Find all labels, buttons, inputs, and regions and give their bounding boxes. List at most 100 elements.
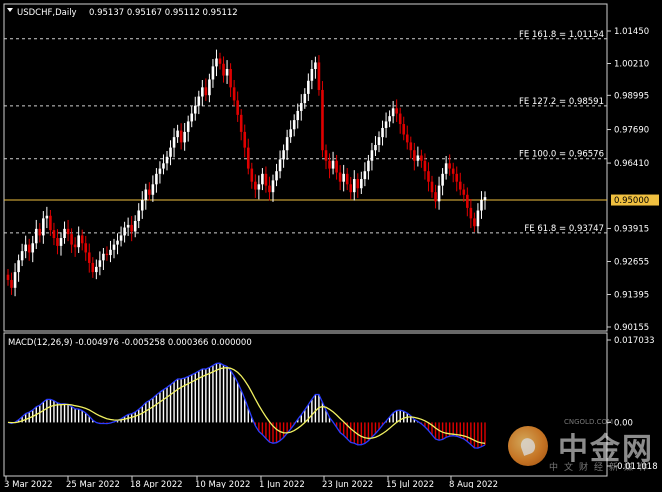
candle-body (225, 68, 229, 76)
time-tick-label: 10 May 2022 (195, 480, 250, 488)
candle-body (218, 58, 222, 64)
candle-body (451, 168, 455, 174)
ohlc-values: 0.95137 0.95167 0.95112 0.95112 (89, 8, 238, 18)
candle-body (254, 181, 257, 190)
candle-body (398, 113, 402, 125)
candle-body (278, 159, 282, 172)
candle-body (307, 80, 310, 94)
candle-body (73, 244, 77, 248)
candle-body (208, 79, 211, 96)
time-tick-label: 25 Mar 2022 (66, 480, 120, 488)
candle-body (24, 244, 27, 252)
candle-body (190, 113, 194, 122)
candle-body (201, 87, 204, 97)
macd-histogram (10, 363, 486, 449)
candle-body (483, 197, 487, 201)
candle-body (374, 144, 377, 151)
candle-body (264, 173, 268, 186)
candle-body (77, 235, 80, 248)
candle-body (151, 184, 155, 195)
candle-body (70, 234, 73, 245)
time-tick-label: 3 Mar 2022 (4, 480, 52, 488)
candle-body (56, 238, 59, 246)
price-tick-label: 0.90155 (614, 323, 649, 333)
time-axis: 3 Mar 2022 25 Mar 2022 18 Apr 2022 10 May 2… (4, 476, 498, 490)
chart-canvas[interactable]: FE 161.8 = 1.01154 FE 127.2 = 0.98591 FE 1… (0, 0, 662, 490)
candle-body (165, 156, 169, 164)
candle-body (84, 243, 88, 253)
candle-body (183, 131, 186, 143)
candle-body (42, 218, 45, 236)
candle-body (420, 155, 423, 161)
candle-body (133, 220, 137, 232)
price-tick-label: 1.01450 (614, 27, 649, 37)
candle-body (130, 224, 133, 232)
candle-body (186, 121, 190, 132)
candle-body (342, 173, 345, 182)
candle-body (193, 105, 197, 114)
candle-body (388, 116, 391, 122)
chart-window[interactable]: FE 161.8 = 1.01154 FE 127.2 = 0.98591 FE 1… (0, 0, 662, 490)
candle-body (268, 185, 271, 193)
macd-axis: 0.017033 0.00 -0.011018 (607, 336, 658, 472)
fib-label: FE 100.0 = 0.96576 (519, 150, 604, 160)
candle-body (49, 215, 52, 231)
candle-body (391, 108, 395, 117)
candle-body (384, 121, 388, 128)
candle-body (6, 274, 10, 280)
fib-levels: FE 161.8 = 1.01154 FE 127.2 = 0.98591 FE 1… (4, 30, 607, 234)
candle-body (289, 129, 292, 138)
candle-body (261, 173, 264, 185)
fib-label: FE 127.2 = 0.98591 (519, 97, 604, 107)
price-tick-label: 1.00210 (614, 59, 649, 69)
candle-body (162, 163, 165, 169)
macd-panel-border (3, 332, 608, 477)
candle-body (38, 228, 42, 236)
candle-body (126, 224, 130, 228)
candle-body (409, 142, 413, 151)
candles (6, 49, 487, 297)
price-tick-label: 0.91395 (614, 291, 649, 301)
macd-tick-label: -0.011018 (614, 462, 658, 472)
candle-body (257, 184, 261, 190)
candle-body (158, 168, 162, 174)
candle-body (328, 160, 331, 169)
candle-body (441, 173, 444, 186)
candle-body (303, 93, 307, 104)
macd-tick-label: 0.00 (614, 418, 633, 428)
candle-body (109, 249, 112, 256)
candle-body (381, 127, 384, 138)
candle-body (434, 192, 437, 202)
candle-body (229, 68, 232, 88)
time-tick-label: 15 Jul 2022 (386, 480, 434, 488)
candle-body (20, 251, 24, 261)
candle-body (299, 103, 303, 111)
price-panel-border (3, 3, 608, 332)
current-price-label: 0.95000 (614, 196, 649, 206)
price-tick-label: 0.93915 (614, 224, 649, 234)
candle-body (331, 160, 335, 169)
candle-body (370, 150, 374, 161)
candle-body (148, 189, 151, 195)
candle-body (430, 181, 434, 193)
candle-body (137, 210, 141, 221)
triangle-down-icon[interactable] (7, 8, 13, 12)
candle-body (427, 171, 430, 182)
candle-body (367, 160, 370, 172)
candle-body (17, 260, 20, 273)
candle-body (349, 184, 353, 193)
candle-body (345, 173, 349, 185)
macd-tick-label: 0.017033 (614, 336, 655, 346)
candle-body (405, 134, 409, 143)
time-tick-label: 8 Aug 2022 (449, 480, 498, 488)
candle-body (423, 160, 427, 172)
candle-body (338, 172, 342, 182)
candle-body (360, 179, 363, 189)
candle-body (91, 262, 95, 273)
candle-body (144, 189, 148, 201)
candle-body (95, 266, 98, 273)
candle-body (363, 171, 367, 180)
candle-body (236, 100, 239, 115)
candle-body (197, 96, 201, 106)
candle-body (119, 235, 123, 241)
